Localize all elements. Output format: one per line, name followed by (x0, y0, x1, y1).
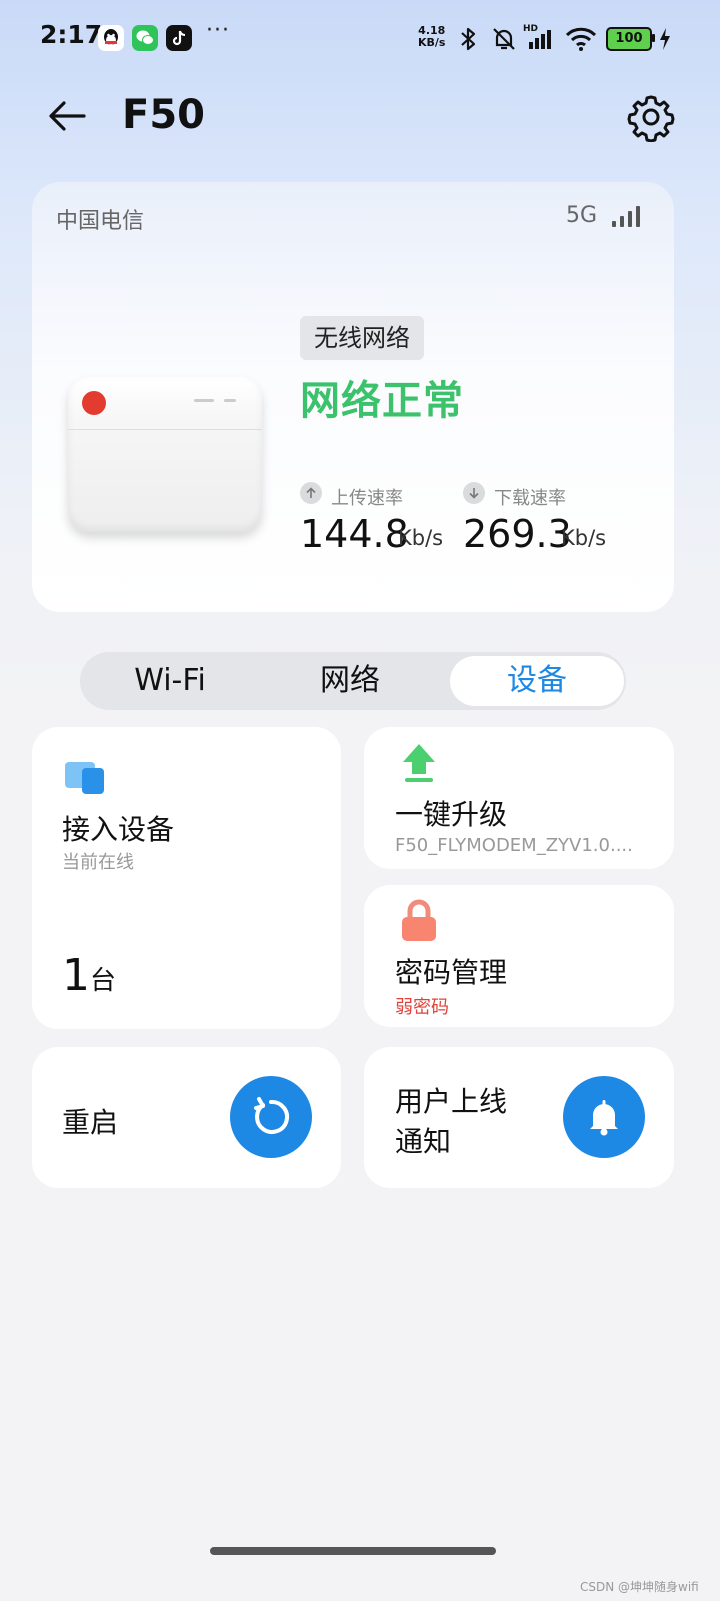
bell-icon (590, 1100, 618, 1136)
lock-icon (402, 899, 436, 941)
tiktok-icon (166, 25, 192, 51)
more-notifications-icon: ··· (206, 18, 230, 43)
download-label: 下载速率 (494, 488, 566, 509)
connected-devices-title: 接入设备 (62, 813, 175, 846)
connected-count-unit: 台 (90, 966, 117, 996)
signal-strength-icon (612, 206, 640, 227)
upload-arrow-green-icon (403, 744, 435, 782)
online-notification-button[interactable] (563, 1076, 645, 1158)
battery-tip (652, 34, 655, 42)
gear-icon[interactable] (626, 92, 676, 142)
online-notification-title: 用户上线 通知 (395, 1085, 508, 1158)
firmware-upgrade-title: 一键升级 (395, 798, 508, 831)
upload-unit: Kb/s (398, 526, 444, 550)
watermark-text: CSDN @坤坤随身wifi (580, 1580, 699, 1594)
reboot-title: 重启 (62, 1106, 119, 1139)
wifi-icon (565, 27, 597, 51)
upload-arrow-icon (300, 482, 322, 504)
reboot-button[interactable] (230, 1076, 312, 1158)
network-generation: 5G (566, 203, 598, 228)
mute-bell-icon (493, 28, 515, 50)
password-management-title: 密码管理 (395, 956, 508, 989)
back-arrow-icon[interactable] (44, 92, 92, 140)
firmware-version: F50_FLYMODEM_ZYV1.0.... (395, 835, 633, 856)
upload-label: 上传速率 (331, 488, 403, 509)
charging-icon (660, 28, 670, 50)
status-time: 2:17 (40, 20, 103, 49)
cellular-signal-icon (529, 30, 551, 49)
tab-network[interactable]: 网络 (270, 652, 430, 710)
connected-count: 1 (62, 950, 90, 1001)
restart-icon (254, 1097, 290, 1134)
download-value: 269.3 (463, 512, 572, 556)
connected-devices-subtitle: 当前在线 (62, 852, 134, 873)
page-title: F50 (122, 92, 205, 138)
devices-icon (65, 762, 104, 794)
download-arrow-icon (463, 482, 485, 504)
qq-icon (98, 25, 124, 51)
password-strength-status: 弱密码 (395, 997, 449, 1018)
bluetooth-icon (461, 27, 476, 51)
upload-value: 144.8 (300, 512, 409, 556)
tab-wifi[interactable]: Wi-Fi (90, 652, 250, 710)
connection-type-tag: 无线网络 (300, 316, 424, 360)
router-device-image (68, 377, 262, 532)
battery-icon: 100 (606, 27, 652, 51)
network-speed-indicator: 4.18 KB/s (418, 24, 446, 49)
download-unit: Kb/s (561, 526, 607, 550)
network-status-text: 网络正常 (300, 378, 464, 424)
home-indicator[interactable] (210, 1547, 496, 1555)
tab-device[interactable]: 设备 (450, 652, 624, 710)
carrier-name: 中国电信 (56, 209, 145, 234)
wechat-icon (132, 25, 158, 51)
